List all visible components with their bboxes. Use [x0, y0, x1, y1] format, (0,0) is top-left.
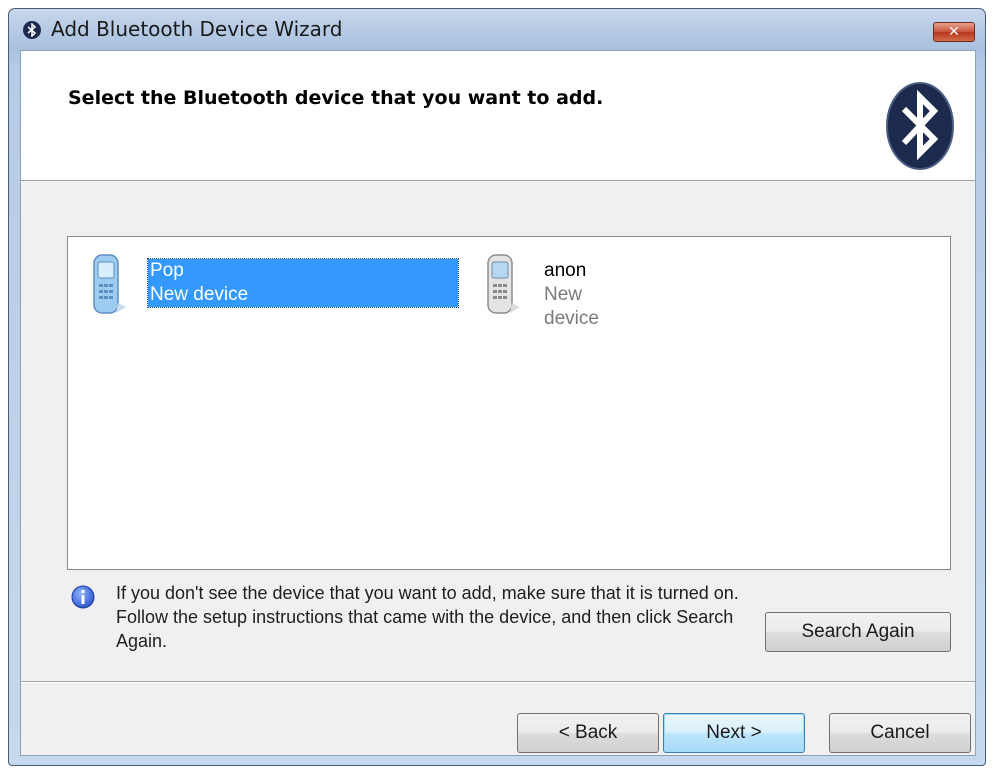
next-label: Next > [706, 722, 762, 743]
title-bar[interactable]: Add Bluetooth Device Wizard ✕ [9, 9, 985, 49]
close-button[interactable]: ✕ [933, 22, 975, 42]
search-again-button[interactable]: Search Again [765, 612, 951, 652]
close-icon: ✕ [948, 24, 960, 40]
wizard-body: Select the Bluetooth device that you wan… [20, 50, 976, 756]
info-icon [71, 585, 95, 609]
bluetooth-logo-icon [886, 82, 954, 170]
device-list[interactable]: Pop New device anon New device [67, 236, 951, 570]
button-separator [21, 681, 975, 683]
bluetooth-icon [23, 21, 41, 39]
next-button[interactable]: Next > [663, 713, 805, 753]
search-again-label: Search Again [801, 621, 915, 642]
back-button[interactable]: < Back [517, 713, 659, 753]
device-labels: anon New device [542, 259, 601, 331]
cancel-label: Cancel [870, 722, 930, 743]
wizard-header: Select the Bluetooth device that you wan… [21, 51, 975, 181]
back-label: < Back [558, 722, 618, 743]
device-status: New device [544, 284, 599, 329]
phone-icon [93, 254, 126, 314]
cancel-button[interactable]: Cancel [829, 713, 971, 753]
device-name: Pop [150, 260, 184, 281]
device-labels: Pop New device [147, 258, 459, 308]
phone-icon [487, 254, 520, 314]
page-title: Select the Bluetooth device that you wan… [68, 87, 604, 109]
device-status: New device [150, 284, 249, 305]
device-name: anon [544, 260, 587, 281]
window-title: Add Bluetooth Device Wizard [51, 17, 343, 41]
info-message: If you don't see the device that you wan… [116, 583, 739, 651]
wizard-window: Add Bluetooth Device Wizard ✕ Select the… [8, 8, 986, 766]
